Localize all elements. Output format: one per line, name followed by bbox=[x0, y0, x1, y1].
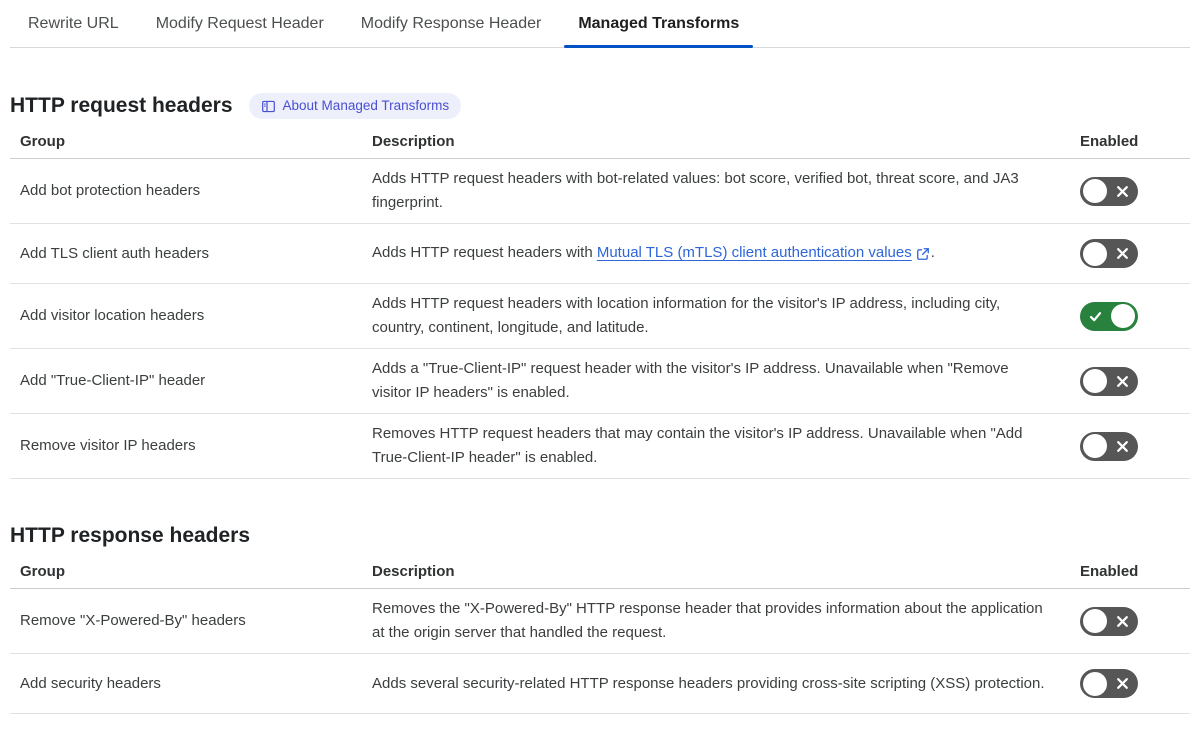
table-header: Group Description Enabled bbox=[10, 119, 1190, 159]
toggle-knob bbox=[1083, 241, 1107, 266]
toggle-knob bbox=[1083, 609, 1107, 633]
toggle[interactable] bbox=[1080, 176, 1138, 206]
x-icon bbox=[1116, 440, 1129, 453]
table-row: Add TLS client auth headers Adds HTTP re… bbox=[10, 224, 1190, 284]
row-group: Add "True-Client-IP" header bbox=[20, 372, 206, 389]
row-group: Remove visitor IP headers bbox=[20, 437, 196, 454]
table-header: Group Description Enabled bbox=[10, 549, 1190, 589]
book-icon bbox=[261, 99, 276, 114]
section-request-headers: HTTP request headers About Managed Trans… bbox=[10, 93, 1190, 479]
badge-label: About Managed Transforms bbox=[282, 98, 450, 113]
tab-managed-transforms[interactable]: Managed Transforms bbox=[564, 0, 754, 48]
toggle[interactable] bbox=[1080, 669, 1138, 698]
tab-modify-request-header[interactable]: Modify Request Header bbox=[142, 0, 338, 47]
row-group: Remove "X-Powered-By" headers bbox=[20, 612, 246, 629]
section-title-request: HTTP request headers bbox=[10, 94, 233, 117]
table-row: Add "True-Client-IP" header Adds a "True… bbox=[10, 349, 1190, 414]
managed-transforms-page: HTTP request headers About Managed Trans… bbox=[10, 93, 1190, 714]
toggle[interactable] bbox=[1080, 366, 1138, 396]
row-description: Removes the "X-Powered-By" HTTP response… bbox=[372, 600, 1043, 641]
tab-modify-response-header[interactable]: Modify Response Header bbox=[347, 0, 556, 47]
toggle[interactable] bbox=[1080, 431, 1138, 461]
tab-rewrite-url[interactable]: Rewrite URL bbox=[14, 0, 133, 47]
tab-label: Rewrite URL bbox=[28, 15, 119, 32]
tab-bar: Rewrite URL Modify Request Header Modify… bbox=[10, 0, 1190, 48]
about-managed-transforms-badge[interactable]: About Managed Transforms bbox=[248, 93, 462, 119]
toggle-knob bbox=[1083, 179, 1107, 203]
external-link-icon bbox=[916, 242, 930, 266]
x-icon bbox=[1116, 185, 1129, 198]
request-headers-table: Add bot protection headers Adds HTTP req… bbox=[10, 159, 1190, 479]
row-group: Add security headers bbox=[20, 674, 161, 692]
x-icon bbox=[1116, 247, 1129, 260]
column-header-group: Group bbox=[20, 133, 65, 150]
section-response-headers: HTTP response headers Group Description … bbox=[10, 523, 1190, 714]
table-row: Add bot protection headers Adds HTTP req… bbox=[10, 159, 1190, 224]
column-header-enabled: Enabled bbox=[1080, 563, 1139, 580]
row-group: Add bot protection headers bbox=[20, 182, 201, 199]
row-description: Adds HTTP request headers with bot-relat… bbox=[372, 170, 1019, 211]
table-row: Remove "X-Powered-By" headers Removes th… bbox=[10, 589, 1190, 654]
section-title-response: HTTP response headers bbox=[10, 524, 251, 547]
x-icon bbox=[1116, 375, 1129, 388]
table-row: Add security headers Adds several securi… bbox=[10, 654, 1190, 714]
response-headers-table: Remove "X-Powered-By" headers Removes th… bbox=[10, 589, 1190, 714]
column-header-description: Description bbox=[372, 133, 455, 150]
column-header-enabled: Enabled bbox=[1080, 133, 1139, 150]
x-icon bbox=[1116, 615, 1129, 628]
table-row: Add visitor location headers Adds HTTP r… bbox=[10, 284, 1190, 349]
row-group: Add TLS client auth headers bbox=[20, 244, 210, 262]
toggle[interactable] bbox=[1080, 301, 1138, 331]
toggle[interactable] bbox=[1080, 239, 1138, 268]
toggle-knob bbox=[1083, 369, 1107, 393]
toggle[interactable] bbox=[1080, 606, 1138, 636]
table-row: Remove visitor IP headers Removes HTTP r… bbox=[10, 414, 1190, 479]
row-description: Adds several security-related HTTP respo… bbox=[372, 674, 1045, 692]
toggle-knob bbox=[1083, 671, 1107, 696]
tab-label: Managed Transforms bbox=[578, 15, 740, 32]
row-description: Adds a "True-Client-IP" request header w… bbox=[372, 360, 1009, 401]
column-header-group: Group bbox=[20, 563, 65, 580]
tab-label: Modify Request Header bbox=[155, 15, 324, 32]
row-description: Adds HTTP request headers with Mutual TL… bbox=[372, 241, 1050, 266]
tab-label: Modify Response Header bbox=[360, 15, 542, 32]
check-icon bbox=[1089, 310, 1102, 323]
row-group: Add visitor location headers bbox=[20, 307, 205, 324]
toggle-knob bbox=[1111, 304, 1135, 328]
row-description: Adds HTTP request headers with location … bbox=[372, 295, 1001, 336]
toggle-knob bbox=[1083, 434, 1107, 458]
description-link[interactable]: Mutual TLS (mTLS) client authentication … bbox=[597, 244, 912, 261]
row-description: Removes HTTP request headers that may co… bbox=[372, 425, 1023, 466]
x-icon bbox=[1116, 677, 1129, 690]
column-header-description: Description bbox=[372, 563, 455, 580]
